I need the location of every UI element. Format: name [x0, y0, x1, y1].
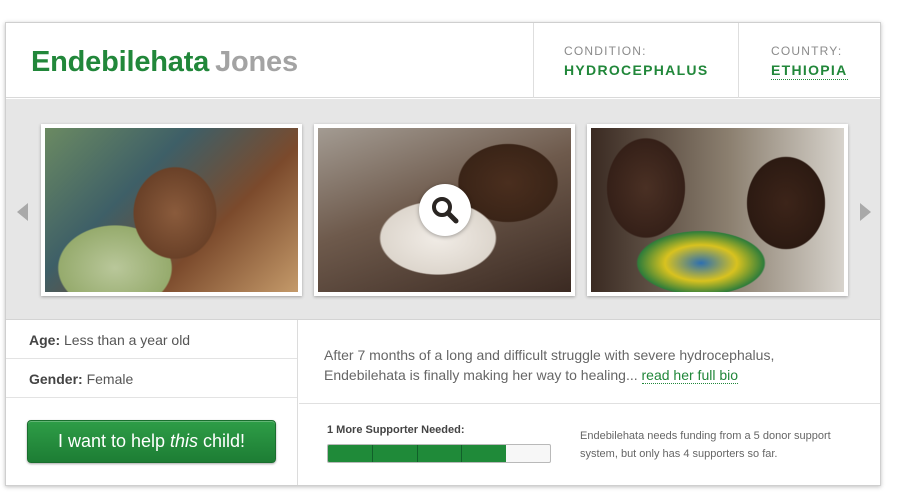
bio-section: After 7 months of a long and difficult s…	[299, 320, 880, 404]
child-details: Age: Less than a year old Gender: Female…	[6, 320, 298, 485]
child-name: Endebilehata Jones	[31, 46, 298, 79]
gender-value: Female	[86, 371, 134, 387]
country-box: COUNTRY: ETHIOPIA	[738, 23, 880, 98]
progress-segment-divider	[372, 445, 373, 462]
gender-row: Gender: Female	[6, 359, 297, 398]
age-value: Less than a year old	[64, 332, 191, 348]
progress-note: Endebilehata needs funding from a 5 dono…	[580, 430, 831, 460]
zoom-button[interactable]	[419, 184, 471, 236]
gender-label: Gender:	[29, 371, 83, 387]
help-child-button[interactable]: I want to help this child!	[27, 420, 276, 463]
first-name: Endebilehata	[31, 46, 210, 78]
country-value[interactable]: ETHIOPIA	[771, 62, 848, 80]
child-profile-card: Endebilehata Jones CONDITION: HYDROCEPHAL…	[5, 22, 881, 486]
baby-face-photo	[45, 128, 298, 292]
photo-thumbnail-3[interactable]	[587, 124, 848, 296]
condition-box: CONDITION: HYDROCEPHALUS	[533, 23, 738, 98]
age-row: Age: Less than a year old	[6, 320, 297, 359]
cta-text-before: I want to help	[57, 431, 171, 451]
age-label: Age:	[29, 332, 61, 348]
progress-segment-divider	[417, 445, 418, 462]
progress-label: 1 More Supporter Needed:	[327, 424, 465, 436]
read-bio-link[interactable]: read her full bio	[641, 367, 739, 384]
cta-text-emphasis: this	[170, 431, 199, 451]
last-name: Jones	[215, 46, 298, 78]
profile-header: Endebilehata Jones CONDITION: HYDROCEPHAL…	[6, 23, 880, 98]
progress-segment-divider	[461, 445, 462, 462]
photo-thumbnail-1[interactable]	[41, 124, 302, 296]
baby-in-hospital-photo	[318, 128, 571, 292]
chevron-left-icon[interactable]	[17, 203, 28, 221]
supporter-progress-bar	[327, 444, 551, 463]
cta-text-after: child!	[198, 431, 246, 451]
photo-gallery	[6, 99, 880, 320]
condition-label: CONDITION:	[564, 44, 647, 58]
magnifier-icon	[432, 197, 459, 224]
condition-value: HYDROCEPHALUS	[564, 62, 709, 78]
chevron-right-icon[interactable]	[860, 203, 871, 221]
support-progress: 1 More Supporter Needed: Endebilehata ne…	[299, 405, 880, 485]
bio-text: After 7 months of a long and difficult s…	[324, 345, 844, 385]
photo-thumbnail-2[interactable]	[314, 124, 575, 296]
mother-holding-baby-photo	[591, 128, 844, 292]
country-label: COUNTRY:	[771, 44, 843, 58]
